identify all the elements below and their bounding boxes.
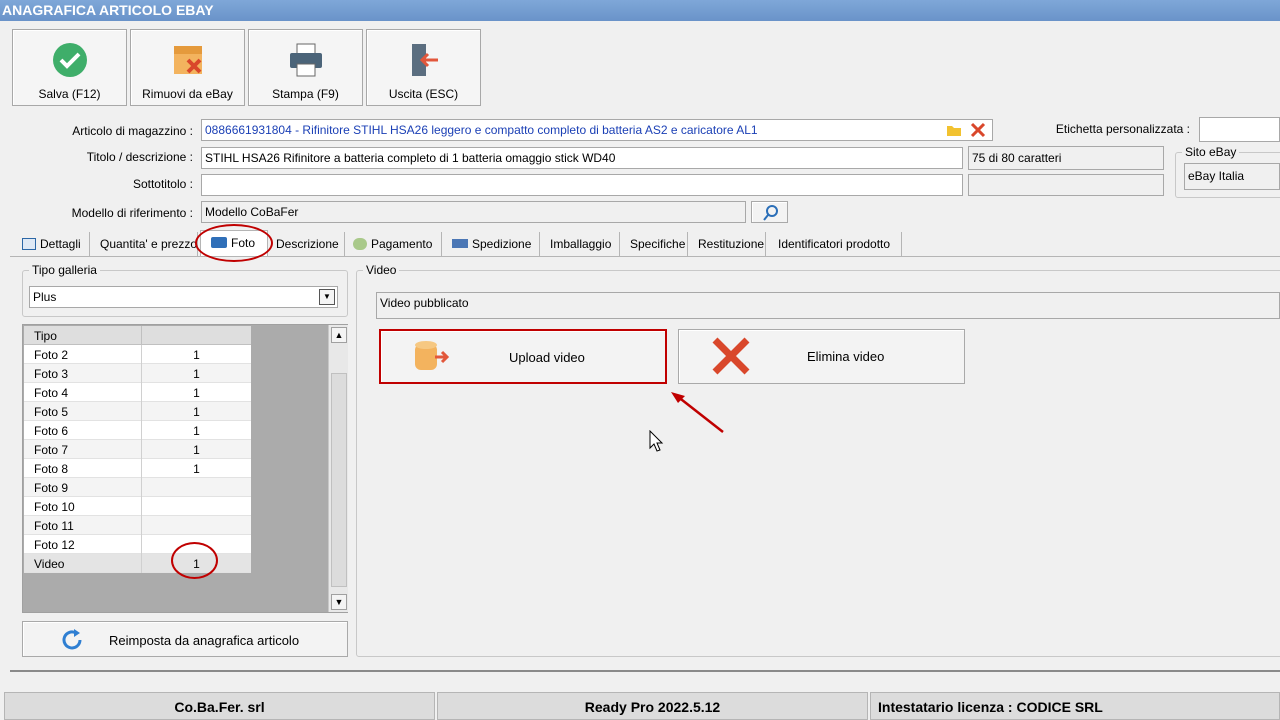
tab-dettagli[interactable]: Dettagli — [14, 232, 90, 256]
checkmark-icon — [13, 40, 126, 80]
remove-ebay-button[interactable]: Rimuovi da eBay — [130, 29, 245, 106]
articolo-label: Articolo di magazzino : — [72, 124, 193, 138]
grid-header: Tipo — [24, 326, 251, 345]
exit-label: Uscita (ESC) — [388, 87, 459, 101]
window-title: ANAGRAFICA ARTICOLO EBAY — [0, 0, 1280, 21]
table-row[interactable]: Foto 61 — [24, 421, 251, 440]
sottotitolo-field[interactable] — [201, 174, 963, 196]
status-version: Ready Pro 2022.5.12 — [437, 692, 868, 720]
refresh-icon — [59, 627, 85, 656]
upload-icon — [413, 340, 453, 377]
reset-label: Reimposta da anagrafica articolo — [109, 633, 300, 648]
modello-field[interactable]: Modello CoBaFer — [201, 201, 746, 223]
bottom-separator — [10, 670, 1280, 672]
money-icon — [353, 238, 367, 250]
table-row[interactable]: Foto 11 — [24, 516, 251, 535]
truck-icon — [452, 239, 468, 248]
gallery-grid: Tipo Foto 21 Foto 31 Foto 41 Foto 51 Fot… — [22, 324, 348, 613]
save-label: Salva (F12) — [38, 87, 101, 101]
printer-icon — [249, 40, 362, 80]
articolo-value: 0886661931804 - Rifinitore STIHL HSA26 l… — [205, 123, 758, 137]
grid-header-divider — [141, 326, 142, 345]
table-row[interactable]: Foto 12 — [24, 535, 251, 554]
etichetta-field[interactable] — [1199, 117, 1280, 142]
tab-pagamento[interactable]: Pagamento — [347, 232, 442, 256]
gallery-type-select[interactable]: Plus ▼ — [29, 286, 338, 308]
titolo-label: Titolo / descrizione : — [86, 150, 193, 164]
video-title: Video — [363, 263, 400, 277]
scroll-thumb[interactable] — [331, 373, 347, 587]
table-row[interactable]: Foto 21 — [24, 345, 251, 364]
search-icon — [762, 204, 780, 225]
print-label: Stampa (F9) — [272, 87, 339, 101]
clear-icon[interactable] — [970, 122, 986, 140]
print-button[interactable]: Stampa (F9) — [248, 29, 363, 106]
tab-identificatori[interactable]: Identificatori prodotto — [772, 232, 902, 256]
calendar-icon — [22, 238, 36, 250]
dropdown-arrow-icon[interactable]: ▼ — [319, 289, 335, 305]
table-row[interactable]: Foto 9 — [24, 478, 251, 497]
table-row[interactable]: Foto 71 — [24, 440, 251, 459]
tab-specifiche[interactable]: Specifiche — [624, 232, 688, 256]
delete-x-icon — [711, 336, 751, 379]
table-row[interactable]: Foto 51 — [24, 402, 251, 421]
tab-quantita[interactable]: Quantita' e prezzo — [94, 232, 198, 256]
camera-icon — [211, 237, 227, 248]
grid-header-tipo: Tipo — [34, 329, 57, 343]
save-button[interactable]: Salva (F12) — [12, 29, 127, 106]
sito-title: Sito eBay — [1182, 145, 1240, 159]
annotation-arrow — [671, 392, 724, 433]
char-count: 75 di 80 caratteri — [968, 146, 1164, 170]
articolo-field[interactable]: 0886661931804 - Rifinitore STIHL HSA26 l… — [201, 119, 993, 141]
tab-restituzione[interactable]: Restituzione — [692, 232, 766, 256]
status-license: Intestatario licenza : CODICE SRL — [870, 692, 1280, 720]
remove-label: Rimuovi da eBay — [142, 87, 233, 101]
etichetta-label: Etichetta personalizzata : — [1055, 122, 1190, 136]
search-button[interactable] — [751, 201, 788, 223]
sottotitolo-label: Sottotitolo : — [132, 177, 193, 191]
tab-divider — [10, 256, 1280, 257]
table-row[interactable]: Foto 31 — [24, 364, 251, 383]
scroll-up-icon[interactable]: ▲ — [331, 327, 347, 343]
tab-foto[interactable]: Foto — [200, 230, 268, 257]
mouse-cursor-icon — [649, 430, 664, 452]
box-remove-icon — [131, 40, 244, 80]
table-row[interactable]: Foto 10 — [24, 497, 251, 516]
tipo-galleria-title: Tipo galleria — [29, 263, 100, 277]
exit-button[interactable]: Uscita (ESC) — [366, 29, 481, 106]
folder-icon[interactable] — [946, 123, 962, 140]
table-row[interactable]: Foto 41 — [24, 383, 251, 402]
video-status: Video pubblicato — [376, 292, 1280, 319]
delete-video-button[interactable]: Elimina video — [678, 329, 965, 384]
sito-field[interactable]: eBay Italia — [1184, 163, 1280, 190]
delete-video-label: Elimina video — [807, 349, 885, 364]
table-row[interactable]: Foto 81 — [24, 459, 251, 478]
tab-spedizione[interactable]: Spedizione — [446, 232, 540, 256]
grid-scrollbar[interactable]: ▲ ▼ — [328, 325, 348, 612]
reset-button[interactable]: Reimposta da anagrafica articolo — [22, 621, 348, 657]
gallery-type-value: Plus — [33, 290, 57, 304]
sottotitolo-counter — [968, 174, 1164, 196]
upload-video-label: Upload video — [509, 350, 585, 365]
table-row[interactable]: Video 1 — [24, 554, 251, 573]
exit-door-icon — [367, 40, 480, 80]
tab-descrizione[interactable]: Descrizione — [270, 232, 345, 256]
modello-label: Modello di riferimento : — [71, 206, 193, 220]
scroll-down-icon[interactable]: ▼ — [331, 594, 347, 610]
titolo-field[interactable]: STIHL HSA26 Rifinitore a batteria comple… — [201, 147, 963, 169]
tab-imballaggio[interactable]: Imballaggio — [544, 232, 620, 256]
upload-video-button[interactable]: Upload video — [379, 329, 667, 384]
status-company: Co.Ba.Fer. srl — [4, 692, 435, 720]
